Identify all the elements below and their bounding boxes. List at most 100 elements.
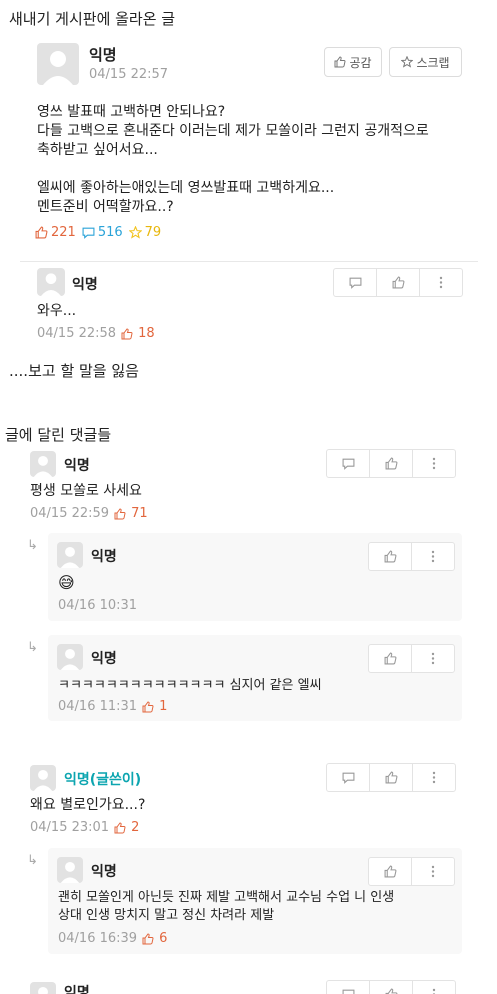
caption-middle: ....보고 할 말을 잃음	[9, 362, 139, 380]
comment-item: 익명 평생 모쏠로 사세요 04/15 22:59 71	[20, 447, 482, 527]
speech-bubble-icon	[342, 772, 354, 784]
post-body-line: 다들 고백으로 혼내준다 이러는데 제가 모쏠이라 그런지 공개적으로	[37, 123, 429, 139]
speech-bubble-icon	[342, 989, 354, 994]
comment-text: 와우...	[37, 303, 77, 319]
avatar[interactable]	[30, 451, 56, 477]
comment-item: 익명	[20, 978, 482, 994]
thumbs-up-icon	[385, 988, 397, 994]
avatar[interactable]	[37, 268, 65, 296]
reply-arrow-icon: ↳	[27, 853, 38, 868]
avatar[interactable]	[57, 857, 83, 883]
more-vertical-icon	[431, 865, 435, 878]
comment-actions	[326, 449, 456, 478]
reply-actions	[368, 644, 455, 673]
comment-date: 04/15 22:58	[37, 326, 117, 341]
reply-author: 익명	[91, 549, 117, 565]
reply-arrow-icon: ↳	[27, 640, 38, 655]
avatar[interactable]	[57, 542, 83, 568]
more-button[interactable]	[411, 645, 454, 672]
reply-item: 익명 ㅋㅋㅋㅋㅋㅋㅋㅋㅋㅋㅋㅋㅋㅋ 심지어 같은 엘씨 04/16 11:31 …	[48, 635, 462, 721]
comment-meta: 04/15 22:59 71	[30, 506, 148, 521]
default-avatar-icon	[60, 546, 80, 568]
comment-text: 평생 모쏠로 사세요	[30, 483, 142, 499]
scrap-button[interactable]: 스크랩	[389, 47, 462, 77]
reply-item: 익명 괜히 모쏠인게 아닌듯 진짜 제발 고백해서 교수님 수업 니 인생 상대…	[48, 848, 462, 954]
reply-text-line: 상대 인생 망치지 말고 정신 차려라 제발	[58, 908, 275, 923]
post-stats: 221 516 79	[35, 225, 167, 240]
like-comment-button[interactable]	[369, 450, 412, 477]
comment-author-writer: 익명(글쓴이)	[64, 772, 142, 788]
like-reply-button[interactable]	[369, 543, 411, 570]
more-button[interactable]	[412, 764, 455, 791]
thumbs-up-icon	[35, 226, 48, 239]
avatar[interactable]	[30, 765, 56, 791]
like-button[interactable]: 공감	[324, 47, 382, 77]
more-button[interactable]	[412, 450, 455, 477]
reply-arrow-icon: ↳	[27, 538, 38, 553]
avatar[interactable]	[57, 644, 83, 670]
thumbs-up-icon	[142, 700, 154, 712]
comment-actions	[326, 763, 456, 792]
thumbs-up-icon	[121, 327, 133, 339]
comment-actions	[333, 268, 463, 297]
more-vertical-icon	[439, 276, 443, 289]
reply-author: 익명	[91, 651, 117, 667]
reply-date: 04/16 16:39	[58, 931, 138, 946]
like-button-label: 공감	[349, 55, 372, 70]
comment-author: 익명	[64, 458, 90, 474]
reply-actions	[368, 542, 455, 571]
thumbs-up-icon	[385, 457, 397, 470]
more-button[interactable]	[412, 981, 455, 994]
more-button[interactable]	[411, 858, 454, 885]
reply-text-line: 괜히 모쏠인게 아닌듯 진짜 제발 고백해서 교수님 수업 니 인생	[58, 890, 395, 905]
thumbs-up-icon	[392, 276, 404, 289]
post-title: 영쓰 발표때 고백하면 안되나요?	[37, 104, 226, 120]
post-author: 익명	[89, 46, 117, 64]
like-comment-button[interactable]	[369, 981, 412, 994]
comment-author: 익명	[72, 277, 98, 293]
speech-bubble-icon	[82, 227, 95, 239]
avatar[interactable]	[37, 43, 79, 85]
reply-item: 익명 😅 04/16 10:31	[48, 533, 462, 621]
reply-date: 04/16 10:31	[58, 598, 138, 613]
more-vertical-icon	[431, 550, 435, 563]
caption-top: 새내기 게시판에 올라온 글	[9, 10, 176, 28]
reply-button[interactable]	[327, 981, 369, 994]
default-avatar-icon	[33, 455, 53, 477]
post-body-line: 축하받고 싶어서요...	[37, 142, 158, 158]
more-button[interactable]	[419, 269, 462, 296]
speech-bubble-icon	[349, 277, 361, 289]
comment-like-count: 2	[131, 820, 140, 835]
post-like-count: 221	[51, 225, 76, 240]
like-comment-button[interactable]	[376, 269, 419, 296]
more-vertical-icon	[432, 771, 436, 784]
thumbs-up-icon	[114, 821, 126, 833]
reply-emoji: 😅	[58, 573, 75, 592]
scrap-button-label: 스크랩	[416, 55, 450, 70]
default-avatar-icon	[43, 51, 73, 85]
post-date: 04/15 22:57	[89, 67, 169, 82]
like-comment-button[interactable]	[369, 764, 412, 791]
thumbs-up-icon	[142, 932, 154, 944]
more-button[interactable]	[411, 543, 454, 570]
post-body-line: 엘씨에 좋아하는애있는데 영쓰발표때 고백하게요...	[37, 180, 335, 196]
thumbs-up-icon	[384, 550, 396, 563]
more-vertical-icon	[431, 652, 435, 665]
star-icon	[401, 56, 414, 68]
avatar[interactable]	[30, 982, 56, 994]
comment-author: 익명	[64, 985, 90, 994]
thumbs-up-icon	[384, 865, 396, 878]
reply-like-count: 1	[159, 699, 168, 714]
default-avatar-icon	[41, 273, 61, 296]
reply-author: 익명	[91, 864, 117, 880]
comment-item: 익명(글쓴이) 왜요 별로인가요...? 04/15 23:01 2	[20, 761, 482, 841]
more-vertical-icon	[432, 988, 436, 994]
reply-text: ㅋㅋㅋㅋㅋㅋㅋㅋㅋㅋㅋㅋㅋㅋ 심지어 같은 엘씨	[58, 678, 322, 693]
reply-button[interactable]	[334, 269, 376, 296]
reply-button[interactable]	[327, 764, 369, 791]
reply-button[interactable]	[327, 450, 369, 477]
star-icon	[128, 226, 142, 239]
post-card: 익명 04/15 22:57 공감 스크랩 영쓰 발표때 고백하면 안되나요? …	[27, 38, 482, 260]
like-reply-button[interactable]	[369, 858, 411, 885]
like-reply-button[interactable]	[369, 645, 411, 672]
